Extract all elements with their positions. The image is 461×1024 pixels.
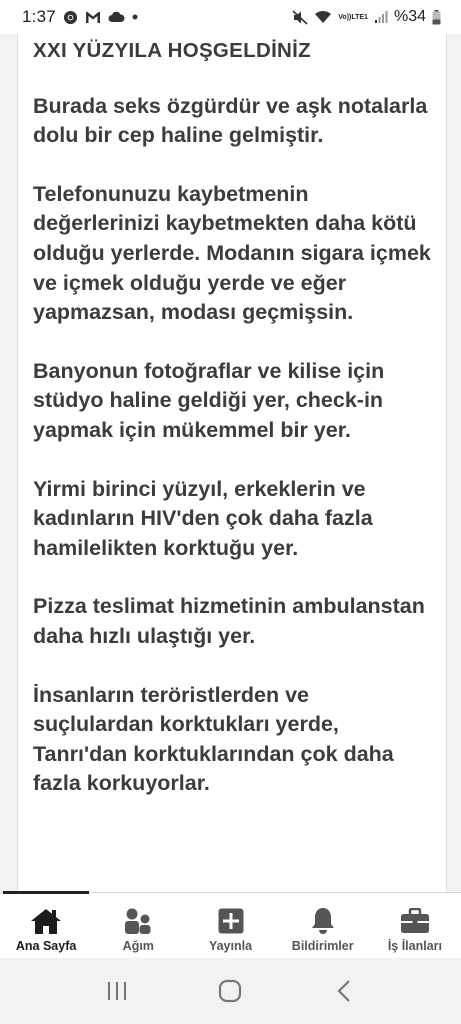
volte-icon: Vo)) LTE1 (338, 14, 368, 21)
wifi-icon (314, 10, 332, 24)
status-time: 1:37 (22, 7, 56, 26)
recent-apps-button[interactable] (97, 971, 137, 1011)
post-paragraph-6: İnsanların teröristlerden ve suçlulardan… (33, 682, 394, 796)
nav-label-network: Ağım (122, 939, 154, 953)
post-paragraph-2: Telefonunuzu kaybetmenin değerlerinizi k… (33, 181, 431, 325)
briefcase-icon (400, 907, 430, 935)
system-home-button[interactable] (210, 971, 250, 1011)
bottom-nav: Ana Sayfa Ağım Yayınla Bildirimler İş İl… (0, 891, 461, 959)
signal-icon (374, 10, 388, 24)
status-bar: 1:37 Vo)) LTE1 %34 (0, 0, 461, 34)
bell-icon (310, 907, 336, 935)
status-right: Vo)) LTE1 %34 (292, 8, 441, 26)
nav-item-jobs[interactable]: İş İlanları (369, 893, 461, 959)
post-body: XXI YÜZYILA HOŞGELDİNİZ Burada seks özgü… (18, 36, 446, 799)
post-title: XXI YÜZYILA HOŞGELDİNİZ (33, 39, 311, 62)
status-left: 1:37 (22, 7, 138, 27)
active-tab-indicator (3, 891, 89, 894)
volte-line-1: Vo)) (338, 13, 352, 21)
system-home-icon (219, 979, 242, 1003)
nav-item-post[interactable]: Yayınla (184, 893, 276, 959)
recent-apps-icon (107, 982, 126, 1000)
battery-icon (432, 9, 441, 25)
nav-label-jobs: İş İlanları (387, 939, 443, 953)
home-icon (30, 907, 62, 935)
mute-icon (292, 9, 308, 25)
nav-item-network[interactable]: Ağım (92, 893, 184, 959)
gmail-icon (85, 11, 101, 24)
people-icon (123, 907, 153, 935)
chrome-icon (63, 10, 78, 25)
dot-icon (132, 14, 138, 20)
battery-percent: %34 (393, 8, 426, 25)
nav-label-home: Ana Sayfa (15, 939, 77, 953)
volte-line-2: LTE1 (351, 13, 368, 21)
post-paragraph-5: Pizza teslimat hizmetinin ambulanstan da… (33, 594, 425, 648)
post-card: XXI YÜZYILA HOŞGELDİNİZ Burada seks özgü… (17, 34, 447, 892)
nav-item-notifications[interactable]: Bildirimler (277, 893, 369, 959)
nav-item-home[interactable]: Ana Sayfa (0, 893, 92, 959)
cloud-icon (108, 11, 125, 23)
nav-label-post: Yayınla (208, 939, 253, 953)
post-paragraph-3: Banyonun fotoğraflar ve kilise için stüd… (33, 358, 385, 442)
nav-label-notifications: Bildirimler (291, 939, 354, 953)
post-paragraph-4: Yirmi birinci yüzyıl, erkeklerin ve kadı… (33, 476, 373, 560)
system-nav-bar (0, 958, 461, 1024)
back-button[interactable] (324, 971, 364, 1011)
back-icon (337, 980, 350, 1002)
add-post-icon (218, 907, 244, 935)
post-paragraph-1: Burada seks özgürdür ve aşk notalarla do… (33, 93, 428, 148)
